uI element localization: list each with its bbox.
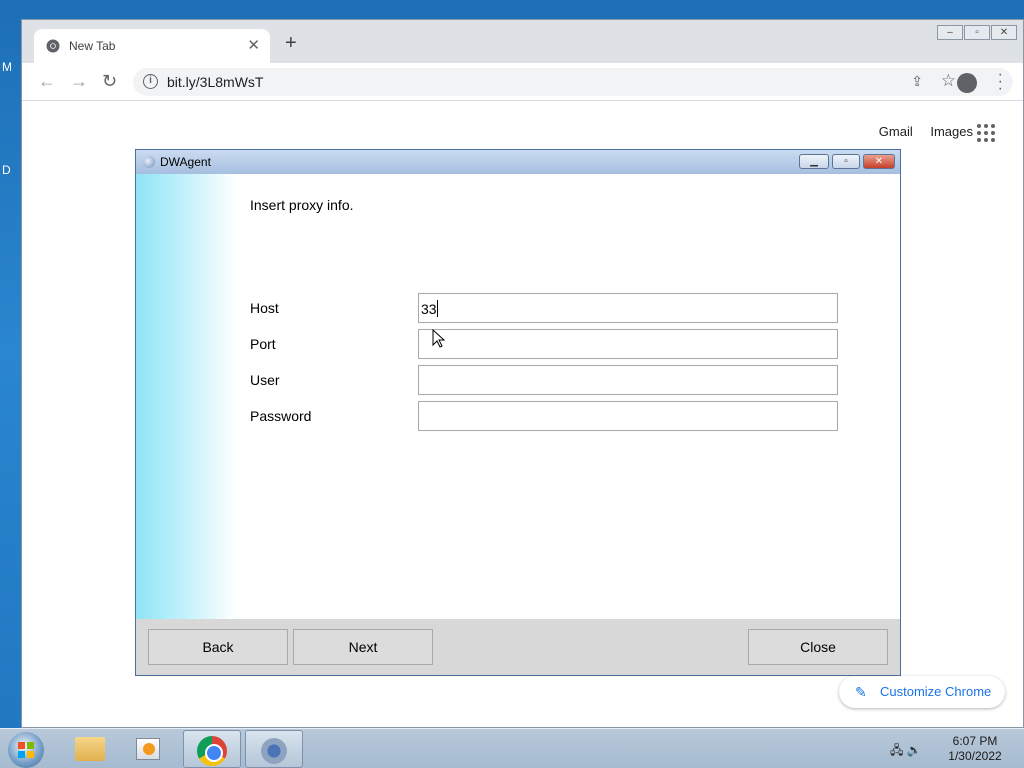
taskbar-chrome[interactable] bbox=[183, 730, 241, 768]
start-button[interactable] bbox=[8, 732, 44, 768]
password-field[interactable] bbox=[418, 401, 838, 431]
dwagent-app-icon bbox=[143, 156, 155, 168]
host-field[interactable]: 33 bbox=[418, 293, 838, 323]
port-field[interactable] bbox=[418, 329, 838, 359]
reload-icon[interactable]: ↻ bbox=[102, 71, 117, 92]
chrome-icon bbox=[197, 736, 227, 766]
close-button[interactable]: Close bbox=[748, 629, 888, 665]
host-value: 33 bbox=[421, 301, 437, 317]
customize-chrome-label: Customize Chrome bbox=[880, 684, 992, 699]
desktop-icon-label-fragment: M bbox=[2, 60, 12, 74]
tab-strip: New Tab ✕ + – ▫ ✕ bbox=[22, 20, 1023, 63]
user-field[interactable] bbox=[418, 365, 838, 395]
ntp-links: Gmail Images bbox=[865, 124, 973, 139]
dwagent-dialog: DWAgent ▁ ▫ ✕ Insert proxy info. Host 33… bbox=[135, 149, 901, 676]
media-player-icon bbox=[136, 738, 160, 760]
taskbar-media-player[interactable] bbox=[122, 730, 180, 768]
profile-icon[interactable] bbox=[957, 73, 977, 93]
minimize-icon[interactable]: – bbox=[937, 25, 963, 40]
dialog-close-icon[interactable]: ✕ bbox=[863, 154, 895, 169]
close-icon[interactable]: ✕ bbox=[991, 25, 1017, 40]
clock-time: 6:07 PM bbox=[952, 734, 998, 748]
taskbar-explorer[interactable] bbox=[60, 730, 118, 768]
star-icon[interactable]: ☆ bbox=[941, 71, 956, 91]
dialog-minimize-icon[interactable]: ▁ bbox=[799, 154, 829, 169]
mouse-pointer-icon bbox=[432, 329, 446, 348]
customize-chrome-button[interactable]: ✎ Customize Chrome bbox=[839, 676, 1005, 708]
clock[interactable]: 6:07 PM 1/30/2022 bbox=[940, 734, 1010, 764]
dialog-title: DWAgent bbox=[160, 155, 211, 169]
url-text[interactable]: bit.ly/3L8mWsT bbox=[167, 74, 263, 90]
kebab-menu-icon[interactable]: · · · bbox=[998, 67, 1003, 97]
password-label: Password bbox=[250, 408, 312, 424]
clock-date: 1/30/2022 bbox=[948, 749, 1002, 763]
images-link[interactable]: Images bbox=[930, 124, 973, 139]
network-icon[interactable]: 🖧 bbox=[890, 743, 903, 757]
folder-icon bbox=[75, 737, 105, 761]
taskbar: 🖧 🔊 6:07 PM 1/30/2022 bbox=[0, 728, 1024, 768]
desktop-icon-label-fragment: D bbox=[2, 163, 11, 177]
taskbar-dwagent[interactable] bbox=[245, 730, 303, 768]
dialog-maximize-icon[interactable]: ▫ bbox=[832, 154, 860, 169]
share-icon[interactable]: ⇪ bbox=[911, 73, 923, 90]
dialog-title-bar[interactable]: DWAgent ▁ ▫ ✕ bbox=[136, 150, 900, 174]
text-caret bbox=[436, 300, 438, 317]
browser-toolbar: ← → ↻ i bit.ly/3L8mWsT ⇪ ☆ · · · bbox=[22, 63, 1023, 101]
window-controls: – ▫ ✕ bbox=[936, 22, 1017, 40]
user-label: User bbox=[250, 372, 280, 388]
windows-logo-icon bbox=[18, 742, 34, 758]
chrome-favicon-icon bbox=[46, 39, 60, 53]
tab-new-tab[interactable]: New Tab ✕ bbox=[34, 29, 270, 63]
next-button[interactable]: Next bbox=[293, 629, 433, 665]
apps-grid-icon[interactable] bbox=[977, 124, 995, 142]
back-button[interactable]: Back bbox=[148, 629, 288, 665]
tab-close-icon[interactable]: ✕ bbox=[247, 36, 260, 54]
host-label: Host bbox=[250, 300, 279, 316]
system-tray: 🖧 🔊 bbox=[890, 741, 922, 762]
tab-title: New Tab bbox=[69, 39, 116, 53]
dialog-footer: Back Next Close bbox=[136, 619, 900, 675]
dialog-side-panel bbox=[136, 174, 236, 619]
info-icon[interactable]: i bbox=[143, 74, 158, 89]
new-tab-button[interactable]: + bbox=[285, 32, 297, 55]
gmail-link[interactable]: Gmail bbox=[879, 124, 913, 139]
gear-icon bbox=[259, 736, 289, 766]
pencil-icon: ✎ bbox=[855, 684, 867, 700]
arrow-right-icon[interactable]: → bbox=[70, 71, 88, 92]
dialog-message: Insert proxy info. bbox=[250, 197, 354, 213]
port-label: Port bbox=[250, 336, 276, 352]
volume-icon[interactable]: 🔊 bbox=[907, 743, 922, 757]
maximize-icon[interactable]: ▫ bbox=[964, 25, 990, 40]
arrow-left-icon[interactable]: ← bbox=[38, 71, 56, 92]
address-bar[interactable]: i bit.ly/3L8mWsT ⇪ ☆ bbox=[133, 68, 1013, 96]
